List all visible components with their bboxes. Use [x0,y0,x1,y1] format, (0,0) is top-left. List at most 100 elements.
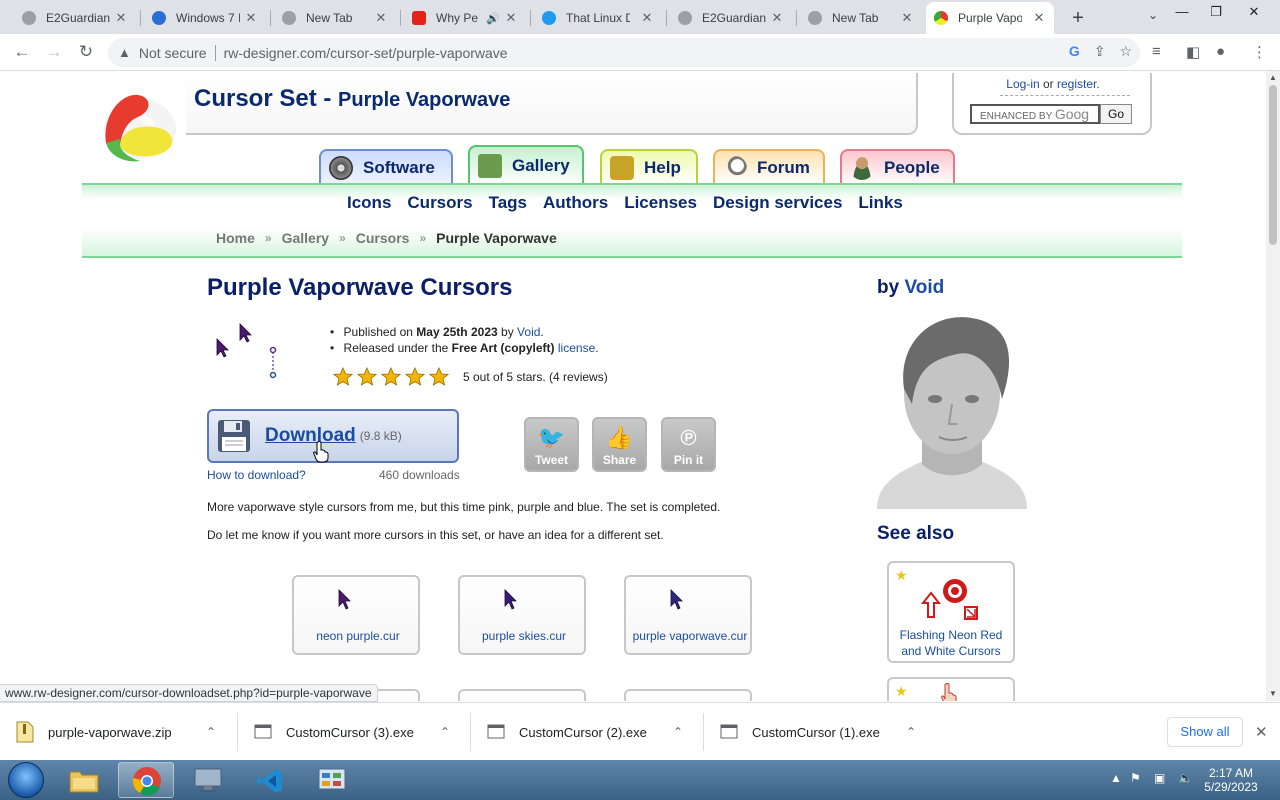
download-item-zip[interactable]: purple-vaporwave.zip ⌃ [16,703,216,761]
taskbar-vscode[interactable] [242,762,298,798]
taskbar-explorer[interactable] [56,762,112,798]
cursor-tile-purple-vaporwave[interactable]: purple vaporwave.cur [624,575,752,655]
tweet-button[interactable]: 🐦 Tweet [524,417,579,472]
google-icon[interactable]: G [1069,43,1080,60]
taskbar-control-panel[interactable] [304,762,360,798]
network-icon[interactable]: ▣ [1154,771,1165,785]
star-icon[interactable] [333,367,353,387]
chevron-up-icon[interactable]: ⌃ [206,725,216,739]
taskbar-app-monitor[interactable] [180,762,236,798]
profile-icon[interactable]: ● [1216,43,1225,60]
menu-kebab-icon[interactable]: ⋮ [1252,43,1267,61]
cursor-tile[interactable] [458,689,586,701]
close-icon[interactable]: ✕ [504,10,518,26]
close-icon[interactable]: ✕ [114,10,128,26]
minimize-icon[interactable]: — [1172,4,1192,19]
search-input[interactable]: ENHANCED BY Goog [970,104,1100,124]
crumb-gallery[interactable]: Gallery [282,230,329,246]
close-icon[interactable]: ✕ [770,10,784,26]
related-set-flashing-neon[interactable]: ★ Flashing Neon Red and White Cursors [887,561,1015,663]
tab-newtab-2[interactable]: New Tab ✕ [800,4,922,32]
nav-design-services[interactable]: Design services [713,193,842,213]
nav-cursors[interactable]: Cursors [407,193,472,213]
system-clock[interactable]: 2:17 AM 5/29/2023 [1196,766,1266,794]
how-to-download-link[interactable]: How to download? [207,468,306,482]
tray-expand-icon[interactable]: ▲ [1110,771,1122,785]
pin-it-button[interactable]: ℗ Pin it [661,417,716,472]
new-tab-button[interactable]: + [1068,7,1088,30]
chevron-down-icon[interactable]: ⌄ [1148,8,1158,22]
share-button[interactable]: 👍 Share [592,417,647,472]
bookmark-star-icon[interactable]: ☆ [1119,43,1132,60]
tab-e2guardian-1[interactable]: E2Guardian ✕ [14,4,136,32]
tab-linux[interactable]: That Linux D ✕ [534,4,662,32]
search-go-button[interactable]: Go [1100,104,1132,124]
author-avatar[interactable] [877,309,1027,509]
start-button[interactable] [8,762,44,798]
cursor-tile-neon-purple[interactable]: neon purple.cur [292,575,420,655]
chevron-up-icon[interactable]: ⌃ [906,725,916,739]
rating[interactable]: 5 out of 5 stars. (4 reviews) [333,367,608,387]
tab-purple-vaporwave[interactable]: Purple Vapo ✕ [926,2,1054,34]
close-icon[interactable]: ✕ [244,10,258,26]
star-icon[interactable] [405,367,425,387]
download-item-customcursor-2[interactable]: CustomCursor (2).exe ⌃ [487,703,683,761]
address-bar[interactable]: ▲ Not secure rw-designer.com/cursor-set/… [108,38,1140,67]
tab-gallery[interactable]: Gallery [468,145,584,185]
restore-icon[interactable]: ❐ [1206,4,1226,20]
tab-e2guardian-2[interactable]: E2Guardian ✕ [670,4,792,32]
star-icon[interactable] [357,367,377,387]
close-icon[interactable]: ✕ [374,10,388,26]
download-item-customcursor-1[interactable]: CustomCursor (1).exe ⌃ [720,703,916,761]
star-icon[interactable] [381,367,401,387]
side-panel-icon[interactable]: ◧ [1186,43,1200,61]
tab-newtab-1[interactable]: New Tab ✕ [274,4,396,32]
rw-designer-logo[interactable] [96,87,180,167]
chevron-up-icon[interactable]: ⌃ [673,725,683,739]
page-scrollbar[interactable]: ▲ ▼ [1266,71,1280,701]
cursor-tile-purple-skies[interactable]: purple skies.cur [458,575,586,655]
tab-why-pe[interactable]: Why Pe 🔊 ✕ [404,4,526,32]
tab-software[interactable]: Software [319,149,453,185]
nav-icons[interactable]: Icons [347,193,391,213]
scroll-up-icon[interactable]: ▲ [1269,73,1277,82]
taskbar-chrome[interactable] [118,762,174,798]
share-icon[interactable]: ⇪ [1094,43,1106,60]
author-link[interactable]: Void [517,325,540,339]
scroll-down-icon[interactable]: ▼ [1269,689,1277,698]
license-link[interactable]: license [558,341,595,355]
nav-authors[interactable]: Authors [543,193,608,213]
close-icon[interactable]: ✕ [640,10,654,26]
action-center-flag-icon[interactable]: ⚑ [1130,771,1141,785]
register-link[interactable]: register. [1057,77,1100,91]
reading-list-icon[interactable]: ≡ [1152,43,1161,60]
crumb-cursors[interactable]: Cursors [356,230,410,246]
tab-help[interactable]: Help [600,149,698,185]
tab-people[interactable]: People [840,149,955,185]
show-all-downloads-button[interactable]: Show all [1167,717,1243,747]
back-icon[interactable]: ← [10,40,34,64]
star-icon[interactable] [429,367,449,387]
download-item-customcursor-3[interactable]: CustomCursor (3).exe ⌃ [254,703,450,761]
tab-forum[interactable]: Forum [713,149,825,185]
scrollbar-thumb[interactable] [1269,85,1277,245]
close-window-icon[interactable]: ✕ [1244,4,1264,20]
close-icon[interactable]: ✕ [900,10,914,26]
close-shelf-icon[interactable]: ✕ [1255,723,1268,741]
speaker-icon[interactable]: 🔊 [486,12,500,25]
reload-icon[interactable]: ↻ [74,40,98,64]
nav-links[interactable]: Links [858,193,902,213]
login-link[interactable]: Log-in [1006,77,1039,91]
cursor-tile[interactable] [624,689,752,701]
tab-windows7[interactable]: Windows 7 I ✕ [144,4,266,32]
crumb-home[interactable]: Home [216,230,255,246]
related-set[interactable]: ★ [887,677,1015,701]
chevron-up-icon[interactable]: ⌃ [440,725,450,739]
forward-icon[interactable]: → [42,40,66,64]
nav-tags[interactable]: Tags [489,193,527,213]
nav-licenses[interactable]: Licenses [624,193,697,213]
download-button[interactable]: Download (9.8 kB) [207,409,459,463]
sidebar-author-link[interactable]: Void [904,277,944,298]
volume-icon[interactable]: 🔈 [1178,771,1193,785]
close-icon[interactable]: ✕ [1032,10,1046,26]
